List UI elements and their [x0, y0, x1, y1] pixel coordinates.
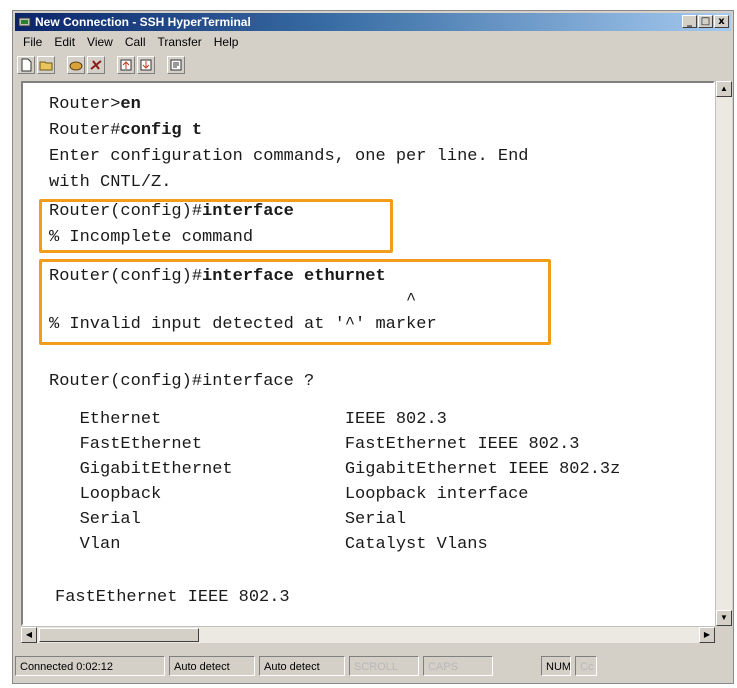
- properties-icon[interactable]: [167, 56, 185, 74]
- scroll-thumb[interactable]: [39, 628, 199, 642]
- menu-edit[interactable]: Edit: [48, 33, 81, 51]
- terminal-line: Ethernet IEEE 802.3: [49, 410, 447, 429]
- scroll-left-icon[interactable]: ◀: [21, 627, 37, 643]
- terminal-line: Router#config t: [49, 121, 203, 140]
- scroll-up-icon[interactable]: ▲: [716, 81, 732, 97]
- menu-help[interactable]: Help: [208, 33, 245, 51]
- status-auto-detect-2: Auto detect: [259, 656, 345, 676]
- terminal-output[interactable]: Router>en Router#config t Enter configur…: [21, 81, 715, 626]
- new-icon[interactable]: [17, 56, 35, 74]
- highlight-invalid-input: [39, 259, 551, 345]
- terminal-line: Loopback Loopback interface: [49, 485, 529, 504]
- terminal-line: Router(config)#interface ?: [49, 372, 315, 391]
- terminal-line: Serial Serial: [49, 510, 407, 529]
- terminal-line: Vlan Catalyst Vlans: [49, 535, 488, 554]
- terminal-lines: Router>en Router#config t Enter configur…: [23, 83, 713, 624]
- status-caps: CAPS: [423, 656, 493, 676]
- disconnect-icon[interactable]: [87, 56, 105, 74]
- scroll-right-icon[interactable]: ▶: [699, 627, 715, 643]
- terminal-line: with CNTL/Z.: [49, 173, 172, 192]
- horizontal-scrollbar[interactable]: ◀ ▶: [21, 626, 715, 643]
- toolbar: [17, 53, 185, 77]
- terminal-line: Enter configuration commands, one per li…: [49, 147, 529, 166]
- receive-icon[interactable]: [137, 56, 155, 74]
- terminal-line: Router>en: [49, 95, 141, 114]
- minimize-button[interactable]: _: [682, 15, 697, 28]
- terminal-line: GigabitEthernet GigabitEthernet IEEE 802…: [49, 460, 621, 479]
- vertical-scrollbar[interactable]: ▲ ▼: [715, 81, 732, 626]
- menu-file[interactable]: File: [17, 33, 48, 51]
- status-auto-detect-1: Auto detect: [169, 656, 255, 676]
- hyperterminal-window: New Connection - SSH HyperTerminal _ □ x…: [12, 10, 734, 684]
- status-scroll: SCROLL: [349, 656, 419, 676]
- close-button[interactable]: x: [714, 15, 729, 28]
- terminal-line: FastEthernet FastEthernet IEEE 802.3: [49, 435, 580, 454]
- menu-call[interactable]: Call: [119, 33, 152, 51]
- title-bar[interactable]: New Connection - SSH HyperTerminal _ □ x: [15, 13, 731, 31]
- window-controls: _ □ x: [682, 15, 729, 28]
- scroll-down-icon[interactable]: ▼: [716, 610, 732, 626]
- maximize-button[interactable]: □: [698, 15, 713, 28]
- status-num: NUM: [541, 656, 571, 676]
- status-bar: Connected 0:02:12 Auto detect Auto detec…: [15, 651, 731, 681]
- status-connected: Connected 0:02:12: [15, 656, 165, 676]
- window-title: New Connection - SSH HyperTerminal: [35, 15, 251, 29]
- send-icon[interactable]: [117, 56, 135, 74]
- menu-view[interactable]: View: [81, 33, 119, 51]
- menu-bar: File Edit View Call Transfer Help: [17, 33, 244, 51]
- menu-transfer[interactable]: Transfer: [152, 33, 208, 51]
- terminal-line: FastEthernet IEEE 802.3: [55, 588, 290, 607]
- open-icon[interactable]: [37, 56, 55, 74]
- highlight-incomplete-command: [39, 199, 393, 253]
- hyperterminal-app-icon: [18, 17, 31, 27]
- status-capture: Cc: [575, 656, 597, 676]
- call-icon[interactable]: [67, 56, 85, 74]
